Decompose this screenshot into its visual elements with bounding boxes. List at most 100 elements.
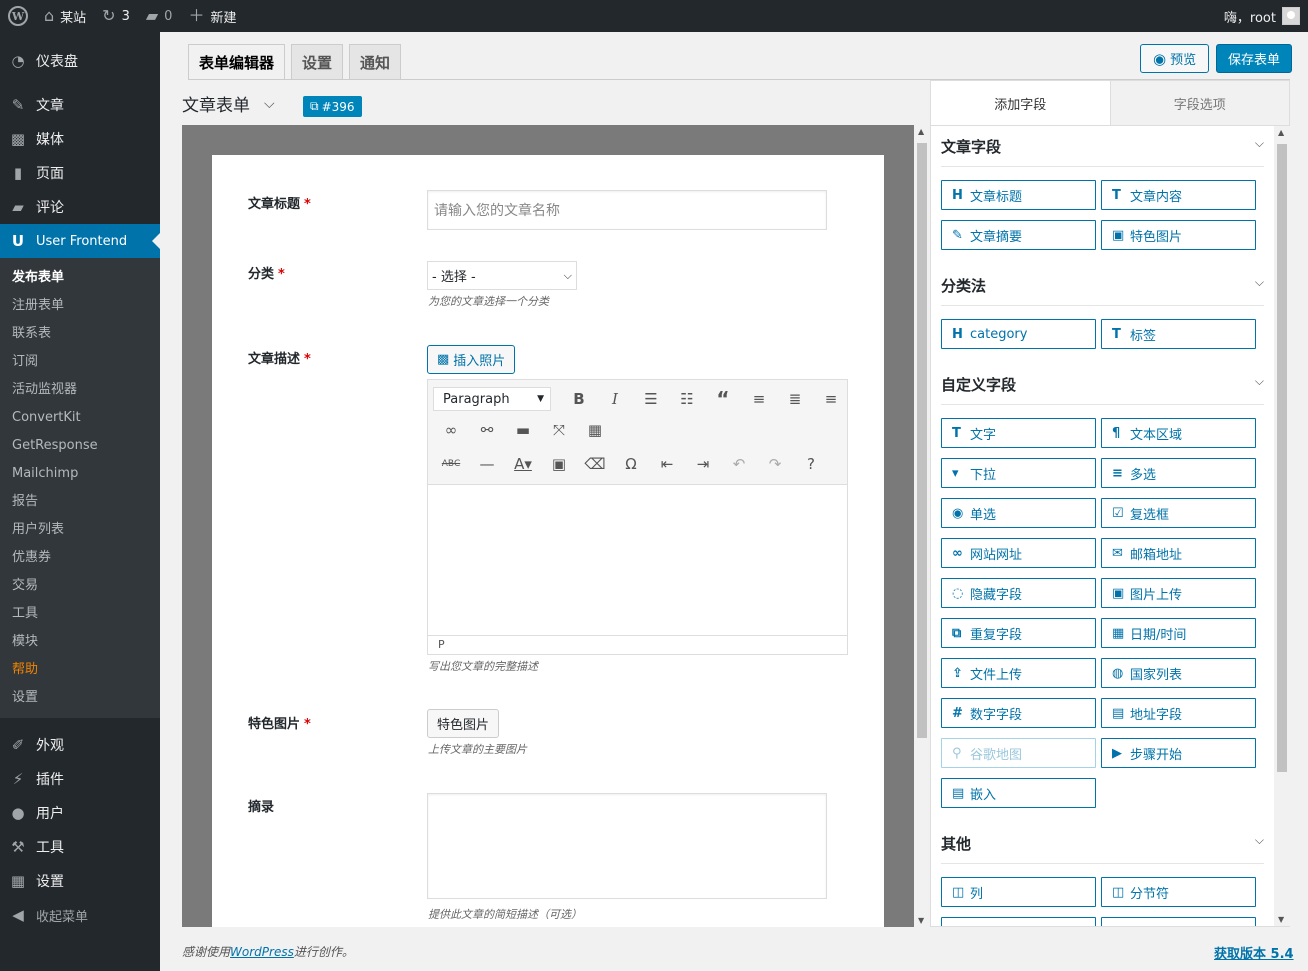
category-select[interactable]: - 选择 - ⌵ <box>427 261 577 290</box>
menu-user-frontend[interactable]: U User Frontend <box>0 224 160 258</box>
field-multiselect[interactable]: ≡ 多选 <box>1101 458 1256 488</box>
field-text[interactable]: T 文字 <box>941 418 1096 448</box>
format-select[interactable]: Paragraph ▼ <box>433 387 551 411</box>
scroll-up-icon[interactable]: ▲ <box>918 127 924 136</box>
panel-scroll-thumb[interactable] <box>1277 144 1287 772</box>
field-country-list[interactable]: ◍ 国家列表 <box>1101 658 1256 688</box>
submenu-contact-forms[interactable]: 联系表 <box>0 320 160 348</box>
panel-scrollbar[interactable]: ▲ ▼ <box>1274 126 1290 926</box>
field-post-title[interactable]: H 文章标题 <box>941 180 1096 210</box>
fullscreen-icon[interactable]: ⤧ <box>541 416 577 444</box>
scroll-down-icon[interactable]: ▼ <box>918 916 924 925</box>
submenu-reports[interactable]: 报告 <box>0 488 160 516</box>
site-name-menu[interactable]: ⌂ 某站 <box>36 0 94 32</box>
submenu-help[interactable]: 帮助 <box>0 656 160 684</box>
field-tags[interactable]: T 标签 <box>1101 319 1256 349</box>
menu-posts[interactable]: ✎ 文章 <box>0 88 160 122</box>
field-google-map[interactable]: ⚲ 谷歌地图 <box>941 738 1096 768</box>
italic-icon[interactable]: I <box>597 385 633 413</box>
undo-icon[interactable]: ↶ <box>721 450 757 478</box>
field-url[interactable]: ∞ 网站网址 <box>941 538 1096 568</box>
wp-logo-menu[interactable]: W <box>0 0 36 32</box>
field-featured-image[interactable]: ▣ 特色图片 <box>1101 220 1256 250</box>
align-right-icon[interactable]: ≡ <box>813 385 849 413</box>
scroll-down-icon[interactable]: ▼ <box>1278 915 1284 924</box>
submenu-modules[interactable]: 模块 <box>0 628 160 656</box>
canvas-scrollbar[interactable]: ▲ ▼ <box>914 125 930 927</box>
blockquote-icon[interactable]: “ <box>705 385 741 413</box>
redo-icon[interactable]: ↷ <box>757 450 793 478</box>
field-post-excerpt[interactable]: ✎ 文章摘要 <box>941 220 1096 250</box>
field-textarea[interactable]: ¶ 文本区域 <box>1101 418 1256 448</box>
field-category[interactable]: Hcategory <box>941 319 1096 349</box>
tab-field-options[interactable]: 字段选项 <box>1109 81 1289 125</box>
get-version-link[interactable]: 获取版本 5.4 <box>1214 943 1294 962</box>
submenu-tools[interactable]: 工具 <box>0 600 160 628</box>
bullet-list-icon[interactable]: ☰ <box>633 385 669 413</box>
tab-notifications[interactable]: 通知 <box>349 44 402 80</box>
canvas-scroll-thumb[interactable] <box>917 143 927 738</box>
align-left-icon[interactable]: ≡ <box>741 385 777 413</box>
menu-dashboard[interactable]: ◔ 仪表盘 <box>0 44 160 78</box>
indent-icon[interactable]: ⇥ <box>685 450 721 478</box>
field-numeric[interactable]: # 数字字段 <box>941 698 1096 728</box>
field-embed[interactable]: ▤ 嵌入 <box>941 778 1096 808</box>
field-dropdown[interactable]: ▾ 下拉 <box>941 458 1096 488</box>
menu-users[interactable]: ● 用户 <box>0 796 160 830</box>
submenu-transactions[interactable]: 交易 <box>0 572 160 600</box>
preview-button[interactable]: ◉ 预览 <box>1140 44 1210 73</box>
outdent-icon[interactable]: ⇤ <box>649 450 685 478</box>
submenu-registration-forms[interactable]: 注册表单 <box>0 292 160 320</box>
submenu-coupons[interactable]: 优惠券 <box>0 544 160 572</box>
field-section-break[interactable]: ◫ 分节符 <box>1101 877 1256 907</box>
submenu-mailchimp[interactable]: Mailchimp <box>0 460 160 488</box>
menu-comments[interactable]: ▰ 评论 <box>0 190 160 224</box>
collapse-menu[interactable]: ◀ 收起菜单 <box>0 898 160 932</box>
submenu-settings[interactable]: 设置 <box>0 684 160 712</box>
insert-photo-button[interactable]: ▩ 插入照片 <box>427 345 516 374</box>
field-repeat[interactable]: ⧉ 重复字段 <box>941 618 1096 648</box>
form-title-switcher[interactable]: 文章表单 ⌵ <box>182 91 275 117</box>
strikethrough-icon[interactable]: ABC <box>433 450 469 478</box>
submenu-subscriptions[interactable]: 订阅 <box>0 348 160 376</box>
paste-text-icon[interactable]: ▣ <box>541 450 577 478</box>
submenu-activity-monitor[interactable]: 活动监视器 <box>0 376 160 404</box>
text-color-icon[interactable]: A▾ <box>505 450 541 478</box>
excerpt-textarea[interactable] <box>427 793 827 899</box>
scroll-up-icon[interactable]: ▲ <box>1278 128 1284 137</box>
field-hidden[interactable]: ◌ 隐藏字段 <box>941 578 1096 608</box>
section-others[interactable]: 其他 ⌵ <box>941 833 1264 864</box>
field-post-content[interactable]: T 文章内容 <box>1101 180 1256 210</box>
menu-settings[interactable]: ▦ 设置 <box>0 864 160 898</box>
help-icon[interactable]: ? <box>793 450 829 478</box>
field-step-start[interactable]: ▶ 步骤开始 <box>1101 738 1256 768</box>
horizontal-line-icon[interactable]: — <box>469 450 505 478</box>
special-char-icon[interactable]: Ω <box>613 450 649 478</box>
field-partial-left[interactable] <box>941 917 1096 926</box>
unlink-icon[interactable]: ⚯ <box>469 416 505 444</box>
new-content-menu[interactable]: ＋新建 <box>180 0 244 32</box>
submenu-post-forms[interactable]: 发布表单 <box>0 264 160 292</box>
keyboard-icon[interactable]: ▦ <box>577 416 613 444</box>
numbered-list-icon[interactable]: ☷ <box>669 385 705 413</box>
featured-image-button[interactable]: 特色图片 <box>427 709 500 738</box>
field-partial-right[interactable] <box>1101 917 1256 926</box>
section-post-fields[interactable]: 文章字段 ⌵ <box>941 136 1264 167</box>
post-title-input[interactable]: 请输入您的文章名称 <box>427 190 827 230</box>
align-center-icon[interactable]: ≣ <box>777 385 813 413</box>
field-date-time[interactable]: ▦ 日期/时间 <box>1101 618 1256 648</box>
menu-tools[interactable]: ⚒ 工具 <box>0 830 160 864</box>
field-columns[interactable]: ◫ 列 <box>941 877 1096 907</box>
section-custom-fields[interactable]: 自定义字段 ⌵ <box>941 374 1264 405</box>
field-file-upload[interactable]: ⇪ 文件上传 <box>941 658 1096 688</box>
save-form-button[interactable]: 保存表单 <box>1216 44 1293 73</box>
submenu-convertkit[interactable]: ConvertKit <box>0 404 160 432</box>
field-image-upload[interactable]: ▣ 图片上传 <box>1101 578 1256 608</box>
tab-form-editor[interactable]: 表单编辑器 <box>188 44 286 80</box>
clear-format-icon[interactable]: ⌫ <box>577 450 613 478</box>
my-account-menu[interactable]: 嗨，root <box>1224 7 1308 26</box>
field-checkbox[interactable]: ☑ 复选框 <box>1101 498 1256 528</box>
submenu-getresponse[interactable]: GetResponse <box>0 432 160 460</box>
submenu-user-listing[interactable]: 用户列表 <box>0 516 160 544</box>
link-icon[interactable]: ∞ <box>433 416 469 444</box>
